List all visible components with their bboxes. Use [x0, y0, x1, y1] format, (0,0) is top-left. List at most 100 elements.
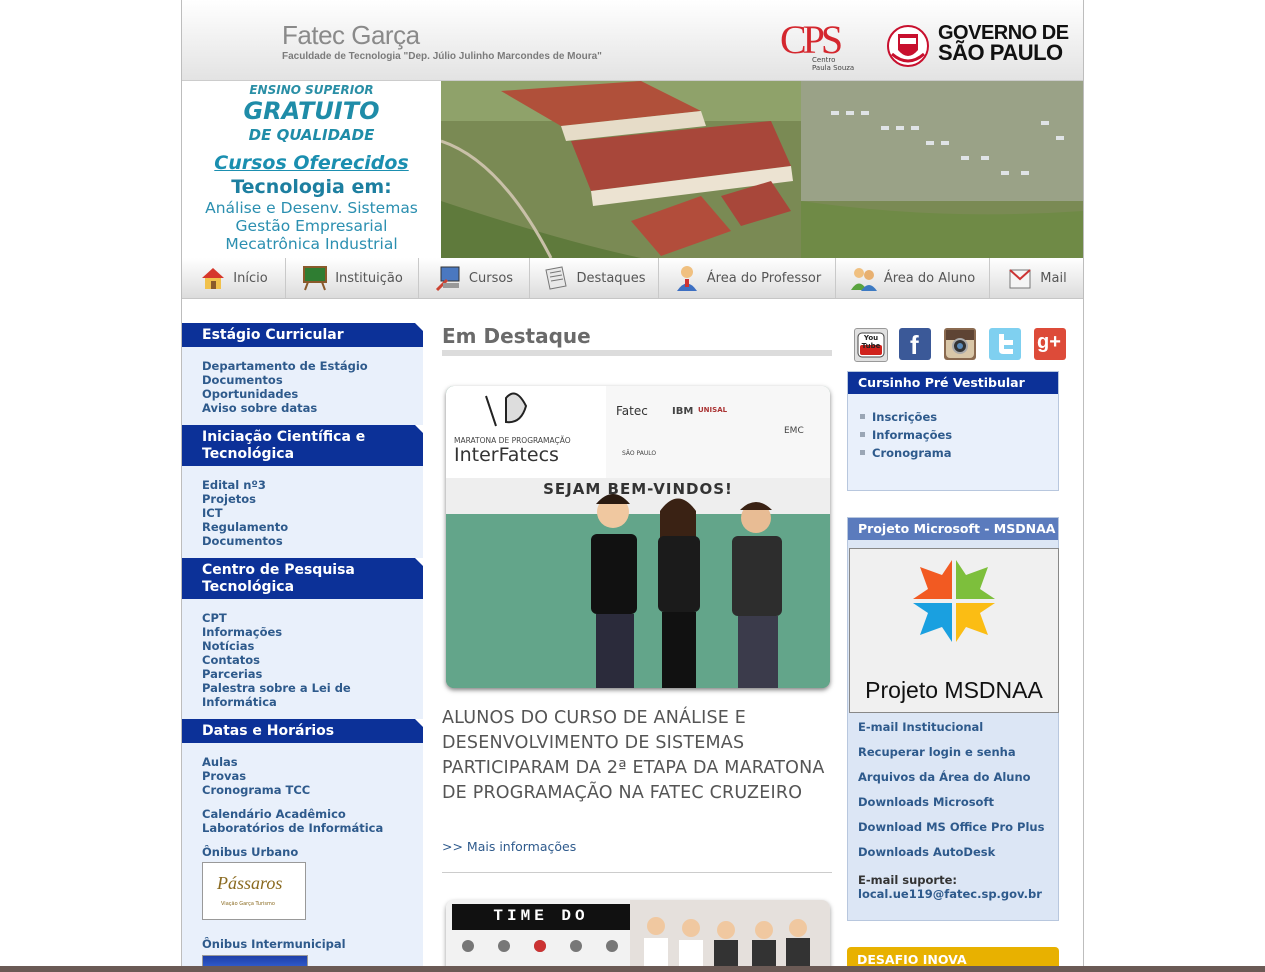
iniciacao-link-edital[interactable]: Edital nº3 — [202, 478, 266, 492]
featured-news-image[interactable]: MARATONA DE PROGRAMAÇÃO InterFatecs Fate… — [446, 386, 830, 688]
msdnaa-image-label: Projeto MSDNAA — [865, 677, 1043, 703]
pesquisa-heading-line2: Tecnológica — [202, 579, 295, 595]
ms-link-office[interactable]: Download MS Office Pro Plus — [858, 820, 1044, 834]
iniciacao-heading-line2: Tecnológica — [202, 446, 295, 462]
pesquisa-link-contatos[interactable]: Contatos — [202, 653, 260, 667]
estagio-link-aviso[interactable]: Aviso sobre datas — [202, 401, 317, 415]
ms-link-recuperar[interactable]: Recuperar login e senha — [858, 745, 1016, 759]
nav-inicio[interactable]: Início — [182, 258, 286, 298]
nav-destaques-label: Destaques — [576, 270, 646, 286]
nav-area-professor-label: Área do Professor — [706, 270, 822, 286]
nav-instituicao[interactable]: Instituição — [286, 258, 419, 298]
bullet-icon — [860, 414, 865, 419]
estagio-heading: Estágio Curricular — [182, 323, 423, 347]
twitter-icon — [999, 334, 1013, 354]
governo-sp-logo[interactable]: GOVERNO DE SÃO PAULO — [938, 23, 1069, 65]
pesquisa-link-cpt[interactable]: CPT — [202, 611, 227, 625]
bullet-icon — [860, 450, 865, 455]
pesquisa-link-informacoes[interactable]: Informações — [202, 625, 282, 639]
pesquisa-link-palestra[interactable]: Palestra sobre a Lei de — [202, 681, 351, 695]
main-navigation: Início Instituição Cursos Destaques Área… — [182, 258, 1083, 299]
em-destaque-title: Em Destaque — [442, 324, 591, 348]
estagio-link-departamento[interactable]: Departamento de Estágio — [202, 359, 368, 373]
time-do-banner: TIME DO — [493, 907, 589, 925]
banner-line3: DE QUALIDADE — [248, 126, 375, 144]
banner-line2: GRATUITO — [243, 97, 380, 125]
datas-link-onibus-intermunicipal[interactable]: Ônibus Intermunicipal — [202, 937, 346, 951]
msdnaa-logo-icon — [908, 555, 1000, 647]
datas-link-onibus-urbano[interactable]: Ônibus Urbano — [202, 845, 298, 859]
nav-destaques[interactable]: Destaques — [530, 258, 659, 298]
pesquisa-link-noticias[interactable]: Notícias — [202, 639, 254, 653]
cursinho-link-informacoes[interactable]: Informações — [872, 428, 952, 442]
ms-link-email[interactable]: E-mail Institucional — [858, 720, 983, 734]
students-photo — [591, 494, 782, 688]
pesquisa-heading-line1: Centro de Pesquisa — [202, 562, 355, 578]
ms-support-email[interactable]: local.ue119@fatec.sp.gov.br — [858, 887, 1042, 901]
cps-logo-text: Centro Paula Souza — [812, 56, 855, 72]
cursinho-heading: Cursinho Pré Vestibular — [848, 372, 1058, 394]
cursinho-box: Cursinho Pré Vestibular Inscrições Infor… — [847, 371, 1059, 491]
students-icon — [850, 268, 877, 291]
pesquisa-link-palestra-cont[interactable]: Informática — [202, 695, 277, 709]
instagram-icon — [946, 330, 974, 358]
page-container: Fatec Garça Faculdade de Tecnologia "Dep… — [181, 0, 1084, 972]
estagio-link-oportunidades[interactable]: Oportunidades — [202, 387, 298, 401]
mail-icon — [1009, 269, 1031, 289]
nav-mail[interactable]: Mail — [990, 258, 1083, 298]
computer-icon — [435, 266, 460, 292]
datas-link-provas[interactable]: Provas — [202, 769, 246, 783]
nav-area-professor[interactable]: Área do Professor — [659, 258, 836, 298]
gov-text-line2: SÃO PAULO — [938, 40, 1063, 65]
datas-link-aulas[interactable]: Aulas — [202, 755, 238, 769]
news-headline[interactable]: ALUNOS DO CURSO DE ANÁLISE E DESENVOLVIM… — [442, 706, 834, 806]
site-title[interactable]: Fatec Garça — [282, 20, 420, 51]
msdnaa-image[interactable]: Projeto MSDNAA — [849, 548, 1059, 713]
bullet-icon — [860, 432, 865, 437]
cursinho-link-cronograma[interactable]: Cronograma — [872, 446, 952, 460]
newspaper-icon — [545, 266, 568, 290]
datas-link-laboratorios[interactable]: Laboratórios de Informática — [202, 821, 383, 835]
pesquisa-link-parcerias[interactable]: Parcerias — [202, 667, 262, 681]
datas-link-cronograma[interactable]: Cronograma TCC — [202, 783, 310, 797]
banner-course3: Mecatrônica Industrial — [225, 235, 398, 253]
datas-link-calendario[interactable]: Calendário Acadêmico — [202, 807, 346, 821]
site-header: Fatec Garça Faculdade de Tecnologia "Dep… — [182, 0, 1083, 81]
banner-tech-title: Tecnologia em: — [231, 176, 392, 198]
taskbar-strip — [0, 966, 1265, 972]
iniciacao-heading-line1: Iniciação Científica e — [202, 429, 366, 445]
twitter-link[interactable] — [989, 328, 1021, 360]
second-news-image[interactable]: TIME DO — [446, 900, 830, 972]
pesquisa-heading: Centro de Pesquisa Tecnológica — [182, 558, 423, 599]
nav-cursos[interactable]: Cursos — [419, 258, 530, 298]
campus-aerial-photo — [441, 81, 1083, 258]
youtube-link[interactable]: You Tube — [854, 328, 888, 362]
cps-logo-mark: CPS — [780, 17, 843, 62]
center-title-rule — [442, 350, 832, 356]
cps-logo[interactable]: CPS Centro Paula Souza — [780, 20, 856, 74]
nav-area-aluno[interactable]: Área do Aluno — [836, 258, 990, 298]
nav-inicio-label: Início — [233, 270, 268, 286]
onibus-urbano-logo[interactable]: Pássaros Viação Garça Turismo — [202, 862, 306, 920]
bus-logo-text: Pássaros — [217, 873, 283, 893]
youtube-icon-label: You Tube — [861, 334, 881, 350]
googleplus-link[interactable]: g+ — [1034, 328, 1066, 360]
instagram-link[interactable] — [944, 328, 976, 360]
courses-banner[interactable]: ENSINO SUPERIOR GRATUITO DE QUALIDADE Cu… — [182, 81, 441, 258]
iniciacao-link-regulamento[interactable]: Regulamento — [202, 520, 288, 534]
facebook-link[interactable]: f — [899, 328, 931, 360]
cursinho-link-inscricoes[interactable]: Inscrições — [872, 410, 937, 424]
banner-courses-title: Cursos Oferecidos — [214, 152, 409, 174]
iniciacao-link-documentos[interactable]: Documentos — [202, 534, 283, 548]
ms-link-autodesk[interactable]: Downloads AutoDesk — [858, 845, 995, 859]
microsoft-box: Projeto Microsoft - MSDNAA Projeto MSDNA… — [847, 517, 1059, 921]
sao-paulo-seal-icon — [887, 25, 929, 67]
estagio-link-documentos[interactable]: Documentos — [202, 373, 283, 387]
ms-link-arquivos[interactable]: Arquivos da Área do Aluno — [858, 770, 1031, 784]
iniciacao-link-projetos[interactable]: Projetos — [202, 492, 256, 506]
more-info-link[interactable]: >> Mais informações — [442, 839, 576, 854]
iniciacao-link-ict[interactable]: ICT — [202, 506, 223, 520]
nav-area-aluno-label: Área do Aluno — [883, 270, 976, 286]
ms-link-downloads[interactable]: Downloads Microsoft — [858, 795, 994, 809]
desafio-heading: DESAFIO INOVA — [857, 952, 967, 967]
